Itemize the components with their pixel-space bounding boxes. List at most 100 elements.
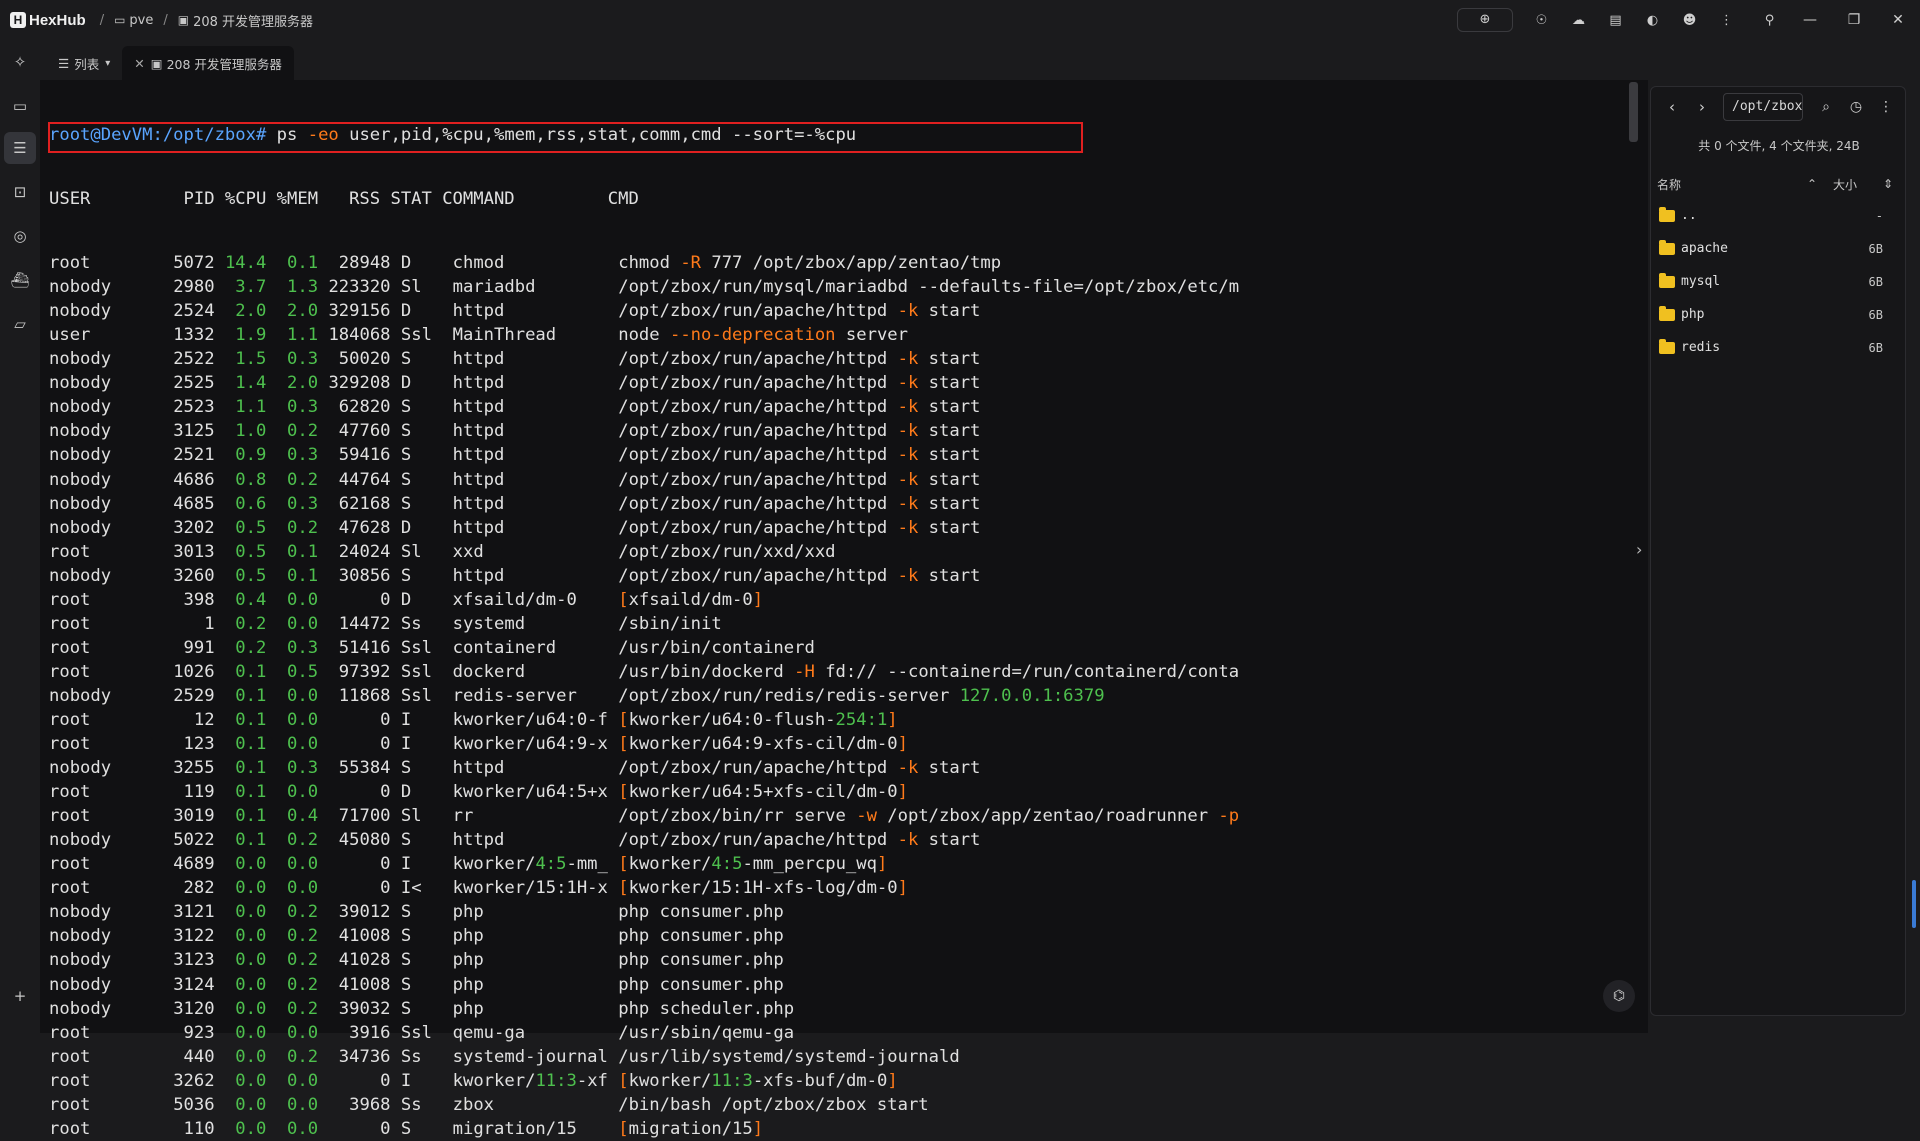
search-icon[interactable]: ⌕ xyxy=(1811,99,1841,115)
close-tab-icon[interactable]: ✕ xyxy=(134,56,144,71)
close-icon[interactable]: ✕ xyxy=(1876,12,1920,28)
sort-up-icon[interactable]: ⌃ xyxy=(1807,177,1833,191)
folder-nav-icon[interactable]: ▭ xyxy=(4,90,36,122)
file-name: php xyxy=(1681,307,1705,322)
fingerprint-icon[interactable]: ☉ xyxy=(1523,13,1560,28)
remote-desktop-icon[interactable]: ▱ xyxy=(4,308,36,340)
ai-assistant-icon[interactable]: ⌬ xyxy=(1603,980,1635,1012)
process-row: root 4689 0.0 0.0 0 I kworker/4:5-mm_ [k… xyxy=(49,852,1640,876)
more-icon[interactable]: ⋮ xyxy=(1708,13,1745,28)
file-panel-scrollbar[interactable] xyxy=(1912,880,1916,928)
column-name[interactable]: 名称 xyxy=(1657,176,1807,193)
process-user: nobody xyxy=(49,974,174,995)
column-gap xyxy=(608,1119,618,1139)
back-icon[interactable]: ‹ xyxy=(1657,98,1687,116)
process-rss: 45080 xyxy=(318,830,401,851)
minimize-icon[interactable]: — xyxy=(1788,12,1832,28)
process-cmd: /opt/zbox/run/apache/httpd -k start xyxy=(618,445,981,466)
file-list-item[interactable]: apache 6B xyxy=(1651,232,1907,265)
process-pid: 3013 xyxy=(173,541,215,562)
process-cpu: 0.1 xyxy=(214,685,267,706)
restore-icon[interactable]: ❐ xyxy=(1832,12,1876,28)
file-list-item[interactable]: mysql 6B xyxy=(1651,265,1907,298)
breadcrumb-server[interactable]: 208 开发管理服务器 xyxy=(193,11,313,30)
theme-toggle-icon[interactable]: ◐ xyxy=(1634,13,1671,28)
process-row: nobody 3125 1.0 0.2 47760 S httpd /opt/z… xyxy=(49,419,1640,443)
add-icon[interactable]: + xyxy=(4,980,36,1012)
process-pid: 12 xyxy=(173,709,215,730)
process-pid: 2523 xyxy=(173,397,215,418)
column-size[interactable]: 大小 xyxy=(1833,176,1883,193)
process-rss: 28948 xyxy=(318,253,401,274)
file-name: .. xyxy=(1681,208,1697,223)
forward-icon[interactable]: › xyxy=(1687,98,1717,116)
process-user: nobody xyxy=(49,926,174,947)
process-user: root xyxy=(49,1070,174,1091)
sync-status-icon[interactable]: ⊕ xyxy=(1457,8,1513,32)
folder-icon xyxy=(1659,239,1675,255)
process-stat: S xyxy=(400,445,453,466)
process-cmd: [kworker/u64:0-flush-254:1] xyxy=(618,709,898,730)
file-name: apache xyxy=(1681,241,1728,256)
process-pid: 2525 xyxy=(173,373,215,394)
process-cmd: node --no-deprecation server xyxy=(618,325,908,346)
app-logo: H HexHub xyxy=(10,12,86,29)
process-stat: S xyxy=(400,493,453,514)
process-cpu: 0.1 xyxy=(214,734,267,755)
process-rss: 41028 xyxy=(318,950,401,971)
terminal-scrollbar[interactable] xyxy=(1629,82,1638,142)
process-user: root xyxy=(49,734,174,755)
process-user: nobody xyxy=(49,469,174,490)
pin-icon[interactable]: ⚲ xyxy=(1751,13,1788,28)
title-bar: H HexHub / ▭ pve / ▣ 208 开发管理服务器 ⊕ ☉ ☁ ▤… xyxy=(0,0,1920,40)
process-rss: 0 xyxy=(318,734,401,755)
process-cmd: [xfsaild/dm-0] xyxy=(618,589,764,610)
file-list-item[interactable]: redis 6B xyxy=(1651,331,1907,364)
file-list-item[interactable]: .. - xyxy=(1651,199,1907,232)
highlight-box xyxy=(48,122,1083,153)
breadcrumb-host[interactable]: pve xyxy=(129,13,153,28)
tab-list[interactable]: ☰ 列表 ▾ xyxy=(46,46,122,80)
process-user: root xyxy=(49,541,174,562)
sort-toggle-icon[interactable]: ⇕ xyxy=(1883,177,1893,191)
file-nav: ‹ › /opt/zbox ⌕ ◷ ⋮ xyxy=(1651,87,1907,127)
sparkle-icon[interactable]: ✧ xyxy=(4,46,36,78)
process-mem: 0.2 xyxy=(266,998,319,1019)
process-cmd: php scheduler.php xyxy=(618,998,795,1019)
user-icon[interactable]: ☻ xyxy=(1671,13,1708,28)
process-mem: 0.0 xyxy=(266,685,319,706)
process-mem: 0.2 xyxy=(266,517,319,538)
docker-icon[interactable]: ⛴ xyxy=(4,264,36,296)
process-stat: S xyxy=(400,565,453,586)
terminal-output[interactable]: root@DevVM:/opt/zbox# ps -eo user,pid,%c… xyxy=(40,80,1640,1139)
column-gap xyxy=(608,421,618,441)
history-icon[interactable]: ◷ xyxy=(1841,99,1871,115)
cloud-icon[interactable]: ☁ xyxy=(1560,13,1597,28)
file-list-item[interactable]: php 6B xyxy=(1651,298,1907,331)
terminal-nav-icon[interactable]: ⊡ xyxy=(4,176,36,208)
file-name: mysql xyxy=(1681,274,1721,289)
database-icon[interactable]: ◎ xyxy=(4,220,36,252)
chevron-right-icon[interactable]: › xyxy=(1636,540,1642,559)
process-row: nobody 2529 0.1 0.0 11868 Ssl redis-serv… xyxy=(49,684,1640,708)
process-cpu: 0.1 xyxy=(214,830,267,851)
process-user: root xyxy=(49,806,174,827)
process-mem: 0.0 xyxy=(266,613,319,634)
process-mem: 1.1 xyxy=(266,325,319,346)
layout-icon[interactable]: ▤ xyxy=(1597,13,1634,28)
tab-session[interactable]: ✕ ▣ 208 开发管理服务器 xyxy=(122,46,294,80)
process-row: root 5036 0.0 0.0 3968 Ss zbox /bin/bash… xyxy=(49,1093,1640,1117)
column-gap xyxy=(608,758,618,778)
process-user: nobody xyxy=(49,349,174,370)
more-icon[interactable]: ⋮ xyxy=(1871,99,1901,115)
process-command: redis-server xyxy=(452,685,608,706)
process-row: nobody 2980 3.7 1.3 223320 Sl mariadbd /… xyxy=(49,275,1640,299)
process-rss: 59416 xyxy=(318,445,401,466)
process-row: root 440 0.0 0.2 34736 Ss systemd-journa… xyxy=(49,1045,1640,1069)
list-nav-icon[interactable]: ☰ xyxy=(4,132,36,164)
process-stat: S xyxy=(400,349,453,370)
path-input[interactable]: /opt/zbox xyxy=(1723,93,1803,121)
process-cmd: /opt/zbox/run/apache/httpd -k start xyxy=(618,758,981,779)
process-rss: 39012 xyxy=(318,902,401,923)
process-row: root 5072 14.4 0.1 28948 D chmod chmod -… xyxy=(49,251,1640,275)
